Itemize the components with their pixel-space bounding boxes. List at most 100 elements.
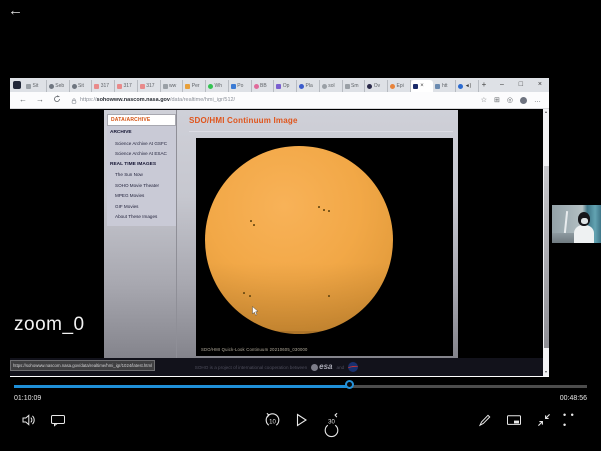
tab-favicon [367,84,372,89]
browser-tab-8[interactable]: Wh [206,80,229,92]
tab-label: Sm [351,83,359,89]
sidebar-link[interactable]: Science Archive At GSFC [110,139,174,150]
minimize-button[interactable]: – [500,81,504,88]
tab-favicon [208,84,213,89]
tab-favicon [390,84,395,89]
sidebar-link[interactable]: GIF Movies [110,202,174,213]
tab-label: Op [283,83,290,89]
page-title: SDO/HMI Continuum Image [189,116,298,125]
browser-tab-16[interactable]: Epi [388,80,411,92]
tab-favicon [322,84,327,89]
browser-tab-3[interactable]: 317 [92,80,115,92]
sidebar-menu: DATA/ARCHIVE ARCHIVEScience Archive At G… [107,114,176,226]
browser-tab-7[interactable]: Per [183,80,206,92]
nav-back-icon[interactable]: ← [19,96,27,104]
scrollbar-thumb[interactable] [544,166,549,348]
sunspot [253,224,255,226]
tab-label: Seb [55,83,64,89]
tab-favicon [94,84,99,89]
play-button[interactable] [292,411,310,429]
scrollbar[interactable]: ▲ ▼ [543,109,549,376]
tab-favicon [413,84,418,89]
browser-tab-19[interactable]: ◄) [456,80,479,92]
sun-image[interactable]: SDO/HMI Quick-Look Continuum 20210605_03… [196,138,453,356]
webcam-overlay [552,205,601,243]
browser-tab-18[interactable]: htt [433,80,456,92]
extensions-icon[interactable]: ◎ [507,96,513,104]
esa-logo: esa [311,363,332,371]
sunspot [328,210,330,212]
browser-tab-11[interactable]: Op [274,80,297,92]
browser-tab-5[interactable]: 317 [138,80,161,92]
sunspot [323,209,325,211]
sidebar-link[interactable]: SOHO Movie Theater [110,181,174,192]
tab-label: Ov [374,83,380,89]
nav-forward-icon[interactable]: → [36,96,44,104]
browser-tab-10[interactable]: BB [252,80,275,92]
sunspot [243,292,245,294]
skip-back-10-button[interactable]: 10 [263,411,281,429]
sunspot [318,206,320,208]
url-text: https://sohowww.nascom.nasa.gov/data/rea… [80,97,235,103]
mini-player-button[interactable] [505,411,523,429]
sidebar-link[interactable]: The Sun Now [110,170,174,181]
sidebar-link[interactable]: MPEG Movies [110,191,174,202]
browser-menu-icon[interactable]: … [534,97,541,104]
captions-button[interactable] [49,411,67,429]
sunspot [250,220,252,222]
maximize-button[interactable]: □ [519,81,523,88]
sidebar-link[interactable]: Science Archive At ESAC [110,149,174,160]
tab-favicon [231,84,236,89]
sidebar-header: DATA/ARCHIVE [107,114,176,126]
browser-tab-15[interactable]: Ov [365,80,388,92]
collections-icon[interactable]: ⊞ [494,96,500,104]
browser-logo-icon [13,81,21,89]
tab-label: sol [328,83,334,89]
close-button[interactable]: × [538,81,542,88]
tab-favicon [26,84,31,89]
active-tab[interactable]: × [411,80,434,92]
seek-handle[interactable] [345,380,354,389]
scroll-up-icon[interactable]: ▲ [543,109,549,116]
esa-logo-icon [311,364,318,371]
browser-tab-4[interactable]: 317 [115,80,138,92]
sidebar-link[interactable]: About These Images [110,212,174,223]
browser-tab-12[interactable]: Pla [297,80,320,92]
browser-tab-9[interactable]: Po [229,80,252,92]
tab-label: Wh [215,83,223,89]
favorites-icon[interactable]: ☆ [481,96,487,104]
tab-label: BB [260,83,267,89]
volume-button[interactable] [20,411,38,429]
tab-close-icon[interactable]: × [420,83,424,89]
webcam-person [574,225,594,243]
tab-audio-icon[interactable]: ◄) [465,83,472,89]
nasa-logo-icon [348,362,358,372]
profile-avatar[interactable] [520,97,527,104]
browser-tab-0[interactable]: Sit [24,80,47,92]
seek-bar[interactable] [14,385,587,388]
edit-pen-button[interactable] [476,411,494,429]
refresh-icon[interactable] [53,95,61,105]
browser-tab-14[interactable]: Sm [343,80,366,92]
browser-tab-2[interactable]: Sit [70,80,93,92]
more-options-button[interactable]: • • • [563,411,581,429]
address-bar[interactable]: https://sohowww.nascom.nasa.gov/data/rea… [71,91,475,109]
browser-tab-13[interactable]: sol [320,80,343,92]
tab-strip: SitSebSit317317317wwPerWhPoBBOpPlasolSmO… [10,78,549,92]
page-viewport: DATA/ARCHIVE ARCHIVEScience Archive At G… [10,109,549,376]
sidebar-section-title: ARCHIVE [110,128,174,139]
footer-text: SOHO is a project of international coope… [195,365,307,370]
scroll-down-icon[interactable]: ▼ [543,369,549,376]
video-watermark: zoom_0 [14,314,85,336]
browser-tab-6[interactable]: ww [161,80,184,92]
browser-tab-1[interactable]: Seb [47,80,70,92]
tab-favicon [117,84,122,89]
new-tab-button[interactable]: + [479,79,489,91]
back-icon[interactable]: ← [8,3,23,18]
skip-forward-30-button[interactable]: 30 [322,411,340,429]
tab-label: 317 [101,83,109,89]
lock-icon [71,91,77,109]
sun-disk [205,146,393,334]
image-caption: SDO/HMI Quick-Look Continuum 20210605_03… [201,347,308,352]
exit-fullscreen-button[interactable] [535,411,553,429]
